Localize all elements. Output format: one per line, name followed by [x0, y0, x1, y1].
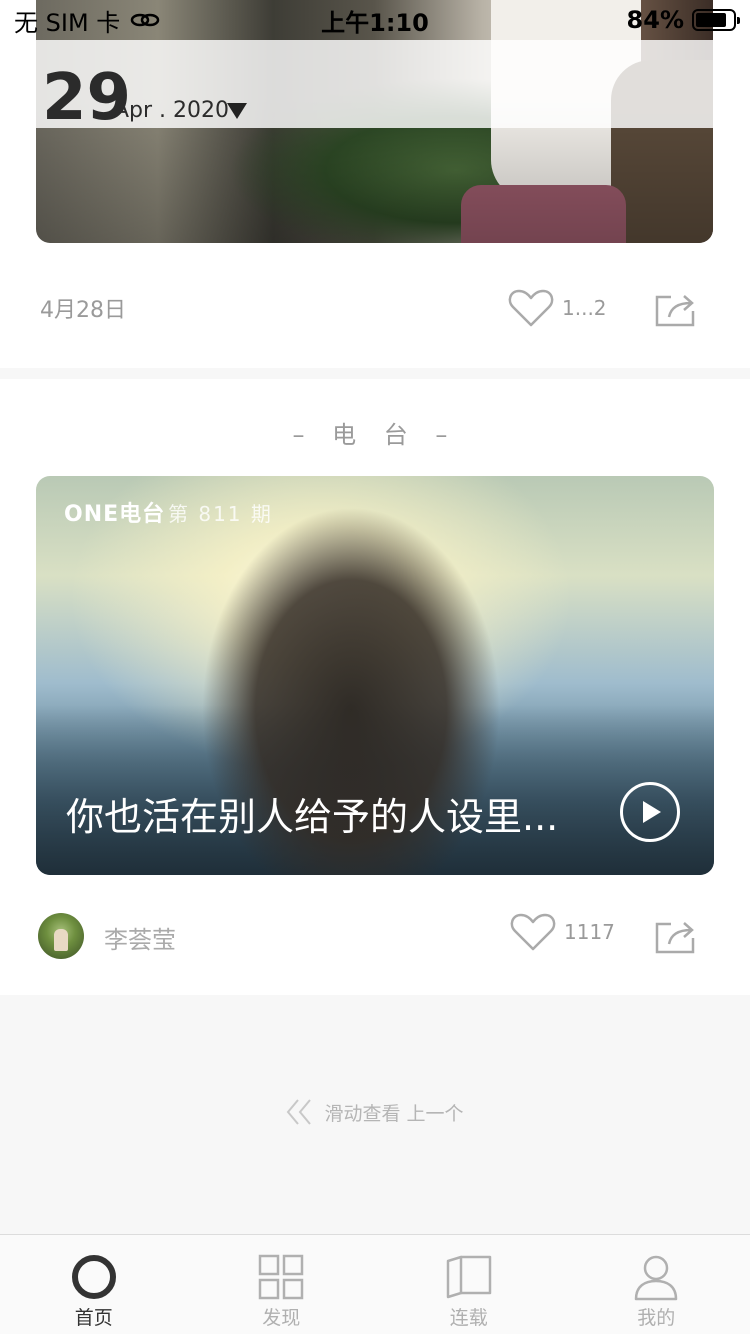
tab-discover[interactable]: 发现: [188, 1235, 376, 1334]
grid-icon: [257, 1253, 305, 1301]
link-icon: [131, 13, 160, 27]
radio-title[interactable]: 你也活在别人给予的人设里...: [66, 786, 606, 841]
radio-issue: 第 811 期: [168, 502, 273, 526]
swipe-previous-hint: 滑动查看 上一个: [0, 1098, 750, 1126]
share-icon[interactable]: [653, 291, 697, 327]
like-count: 1...2: [562, 296, 607, 320]
tab-home[interactable]: 首页: [0, 1235, 188, 1334]
battery-percent: 84%: [626, 6, 684, 34]
app-screen: 29 Apr . 2020 4月28日 1...2 – 电 台 – ONE电台: [0, 0, 750, 1334]
heart-icon: [508, 289, 554, 327]
tab-bar: 首页 发现 连载 我的: [0, 1234, 750, 1334]
like-button[interactable]: 1117: [510, 912, 615, 952]
radio-logo: ONE电台: [64, 502, 166, 527]
post-date: 4月28日: [40, 298, 126, 323]
heart-icon: [510, 913, 556, 951]
battery-level: [696, 13, 727, 27]
status-bar: 无 SIM 卡 上午1:10 84%: [0, 0, 750, 40]
radio-cover-image[interactable]: ONE电台 第 811 期 你也活在别人给予的人设里...: [36, 476, 714, 875]
battery-icon: [692, 9, 740, 31]
tab-serial[interactable]: 连载: [375, 1235, 563, 1334]
play-icon: [643, 801, 661, 823]
daily-meta-row: 4月28日 1...2: [40, 283, 710, 333]
like-button[interactable]: 1...2: [508, 288, 607, 328]
circle-icon: [70, 1253, 118, 1301]
tab-label: 首页: [74, 1307, 113, 1329]
section-title: – 电 台 –: [292, 421, 458, 449]
caret-down-icon[interactable]: [227, 103, 247, 119]
author-name[interactable]: 李荟莹: [104, 920, 176, 955]
radio-card: – 电 台 – ONE电台 第 811 期 你也活在别人给予的人设里... 李荟…: [0, 379, 750, 995]
date-month-year[interactable]: Apr . 2020: [114, 98, 229, 123]
book-icon: [445, 1253, 493, 1301]
carrier-label: 无 SIM 卡: [14, 8, 121, 37]
play-button[interactable]: [620, 782, 680, 842]
tab-profile[interactable]: 我的: [563, 1235, 750, 1334]
person-icon: [632, 1253, 680, 1301]
like-count: 1117: [564, 920, 615, 944]
avatar[interactable]: [38, 913, 84, 959]
tab-label: 连载: [449, 1307, 488, 1329]
daily-card: 29 Apr . 2020 4月28日 1...2: [0, 0, 750, 368]
swipe-previous-label: 滑动查看 上一个: [324, 1102, 464, 1125]
radio-meta-row: 李荟莹 1117: [38, 910, 708, 960]
share-icon[interactable]: [653, 918, 697, 954]
double-chevron-left-icon: [287, 1099, 312, 1125]
tab-label: 发现: [262, 1307, 301, 1329]
tab-label: 我的: [637, 1307, 676, 1329]
